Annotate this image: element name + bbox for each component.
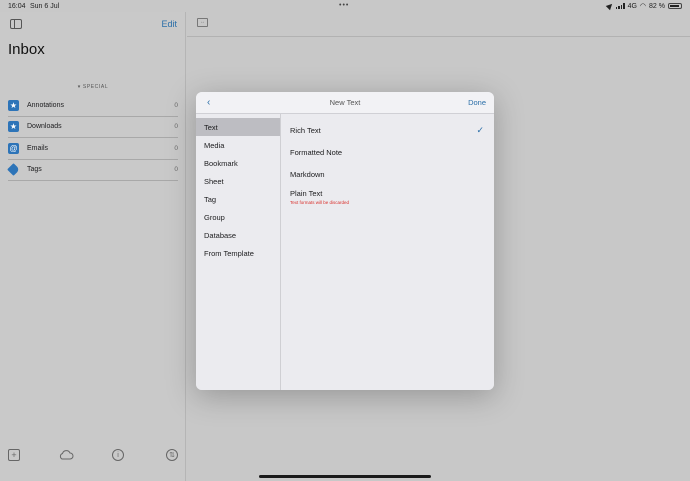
done-button[interactable]: Done (468, 98, 486, 107)
home-indicator[interactable] (259, 475, 431, 478)
category-item-tag[interactable]: Tag (196, 190, 280, 208)
category-item-group[interactable]: Group (196, 208, 280, 226)
status-right: 4G ◠ 82 % (605, 1, 682, 11)
page-title: Inbox (8, 41, 45, 58)
sidebar: Edit Inbox ▾ SPECIAL ★ Annotations 0 ★ D… (0, 12, 186, 481)
sidebar-item-annotations[interactable]: ★ Annotations 0 (8, 95, 178, 117)
sidebar-item-count: 0 (174, 123, 178, 131)
sidebar-item-label: Tags (27, 166, 42, 174)
at-icon: @ (8, 142, 19, 154)
option-label: Markdown (290, 170, 325, 179)
status-time: 16:04 (8, 3, 26, 10)
checkmark-icon: ✓ (476, 125, 484, 135)
option-rich-text[interactable]: Rich Text ✓ (282, 125, 494, 135)
headphones-icon: ◠ (639, 3, 647, 10)
sidebar-item-label: Annotations (27, 101, 64, 109)
info-icon[interactable]: i (112, 449, 124, 461)
category-item-from-template[interactable]: From Template (196, 244, 280, 262)
category-item-text[interactable]: Text (196, 118, 280, 136)
network-label: 4G (627, 2, 637, 10)
category-item-bookmark[interactable]: Bookmark (196, 154, 280, 172)
tag-icon (7, 163, 20, 177)
sidebar-item-downloads[interactable]: ★ Downloads 0 (8, 117, 178, 138)
edit-button[interactable]: Edit (161, 19, 177, 29)
star-icon: ★ (8, 99, 19, 111)
section-header-special[interactable]: ▾ SPECIAL (0, 84, 186, 90)
sidebar-item-tags[interactable]: Tags 0 (7, 160, 178, 181)
multitasking-dots[interactable]: ••• (339, 2, 349, 9)
expand-sidebar-icon[interactable]: ↔ (197, 18, 208, 27)
sidebar-toggle-icon[interactable] (10, 19, 22, 29)
new-text-dialog: ‹ New Text Done Text Media Bookmark Shee… (196, 92, 494, 390)
category-item-sheet[interactable]: Sheet (196, 172, 280, 190)
option-label: Rich Text (290, 126, 321, 135)
sidebar-item-label: Downloads (27, 123, 62, 131)
status-date: Sun 6 Jul (30, 3, 60, 10)
sidebar-footer: + i ⇅ (0, 449, 186, 463)
format-options: Rich Text ✓ Formatted Note Markdown Plai… (282, 114, 494, 390)
sidebar-item-count: 0 (174, 101, 178, 109)
option-formatted-note[interactable]: Formatted Note (282, 148, 494, 157)
dialog-nav-bar: ‹ New Text Done (196, 92, 494, 114)
sidebar-list: ★ Annotations 0 ★ Downloads 0 @ Emails 0… (7, 95, 178, 181)
category-list: Text Media Bookmark Sheet Tag Group Data… (196, 114, 281, 390)
status-bar: 16:04 Sun 6 Jul ••• 4G ◠ 82 % (0, 0, 690, 12)
option-label: Formatted Note (290, 148, 343, 157)
option-label: Plain Text (290, 189, 323, 198)
toolbar-divider (187, 36, 690, 37)
dialog-title: New Text (329, 98, 361, 107)
location-icon (605, 1, 614, 11)
signal-icon (615, 3, 625, 9)
sidebar-item-label: Emails (27, 144, 49, 152)
sidebar-item-count: 0 (174, 166, 178, 174)
star-icon: ★ (8, 121, 19, 133)
cloud-icon[interactable] (58, 449, 74, 461)
category-item-database[interactable]: Database (196, 226, 280, 244)
sidebar-item-emails[interactable]: @ Emails 0 (8, 138, 178, 160)
option-plain-text[interactable]: Plain Text Text formats will be discarde… (282, 189, 494, 205)
battery-label: 82 % (649, 2, 665, 10)
sync-icon[interactable]: ⇅ (166, 449, 178, 461)
add-icon[interactable]: + (8, 449, 20, 461)
option-warning-note: Text formats will be discarded (290, 200, 350, 205)
sidebar-item-count: 0 (174, 144, 178, 152)
battery-icon (668, 3, 682, 9)
option-markdown[interactable]: Markdown (282, 170, 494, 179)
category-item-media[interactable]: Media (196, 136, 280, 154)
